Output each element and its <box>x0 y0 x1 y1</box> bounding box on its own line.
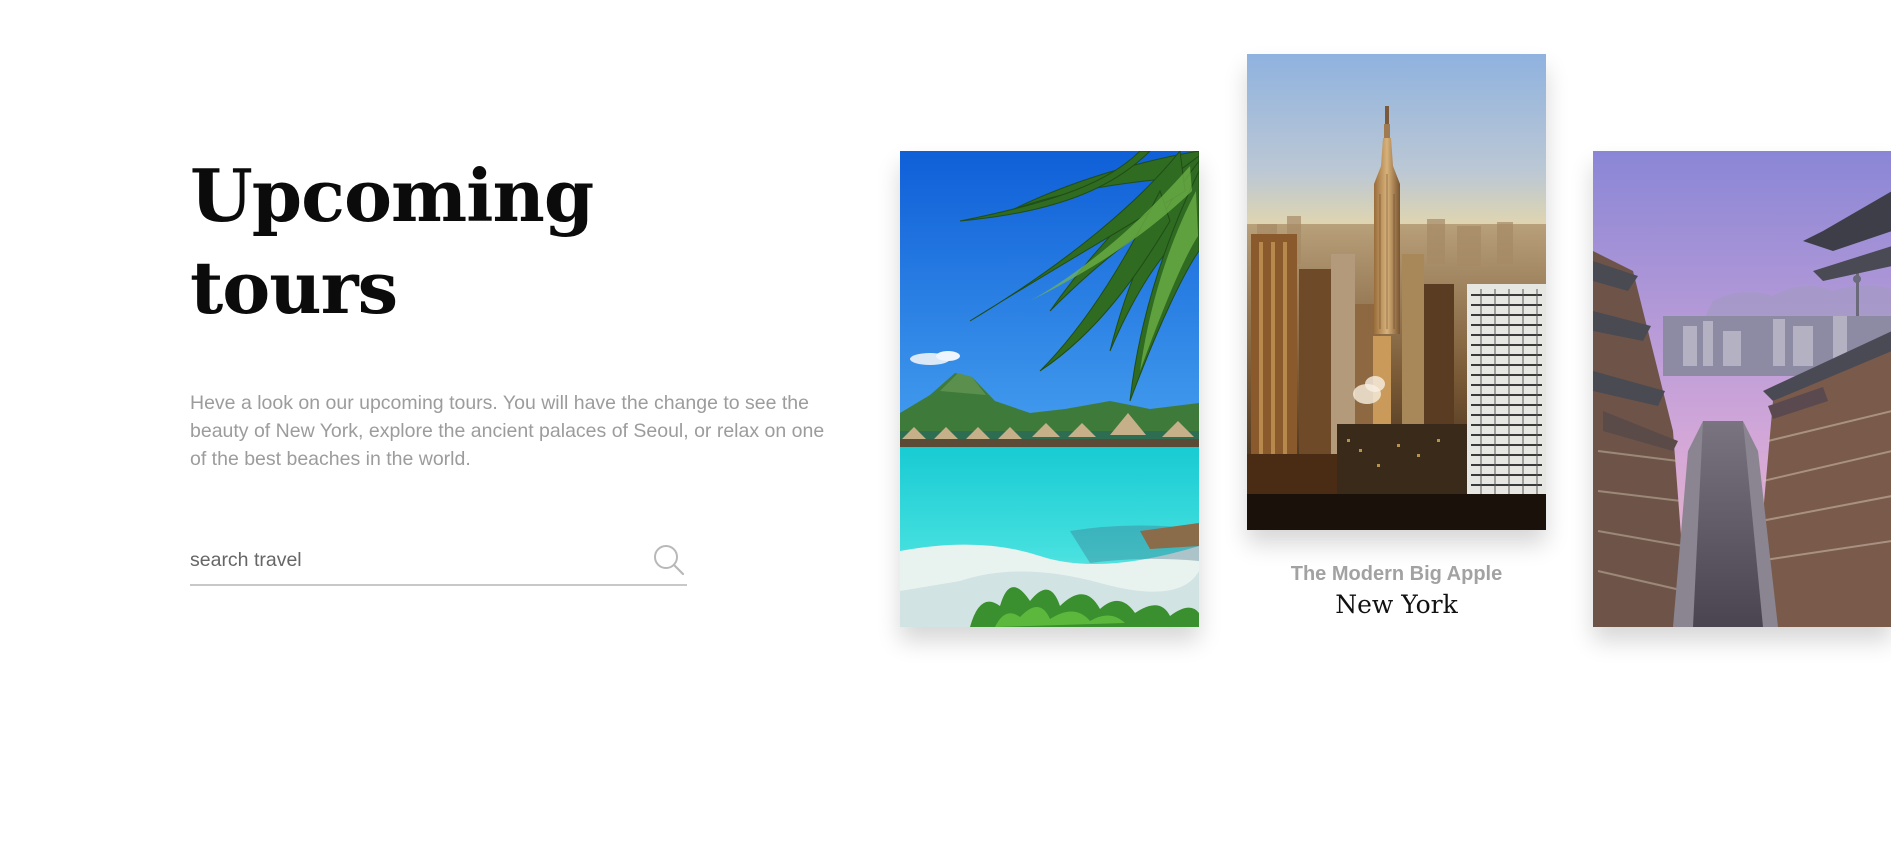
tour-caption-new-york: The Modern Big Apple New York <box>1247 560 1546 622</box>
tropical-beach-photo <box>900 151 1199 627</box>
tour-subtitle: The Modern Big Apple <box>1290 563 1503 585</box>
seoul-hanok-street-photo <box>1593 151 1891 627</box>
tour-card-beach[interactable] <box>900 151 1199 627</box>
search-icon[interactable] <box>651 542 687 578</box>
page-title: Upcoming tours <box>190 153 594 330</box>
tour-card-seoul[interactable] <box>1593 151 1891 627</box>
tour-card-new-york[interactable] <box>1247 54 1546 530</box>
intro-description: Heve a look on our upcoming tours. You w… <box>190 392 825 470</box>
tours-page: Upcoming tours Heve a look on our upcomi… <box>0 0 1891 843</box>
search-bar <box>190 538 687 586</box>
search-input[interactable] <box>190 542 630 578</box>
tour-title: New York <box>1335 590 1458 619</box>
new-york-skyline-photo <box>1247 54 1546 530</box>
intro-section: Upcoming tours Heve a look on our upcomi… <box>190 150 840 473</box>
